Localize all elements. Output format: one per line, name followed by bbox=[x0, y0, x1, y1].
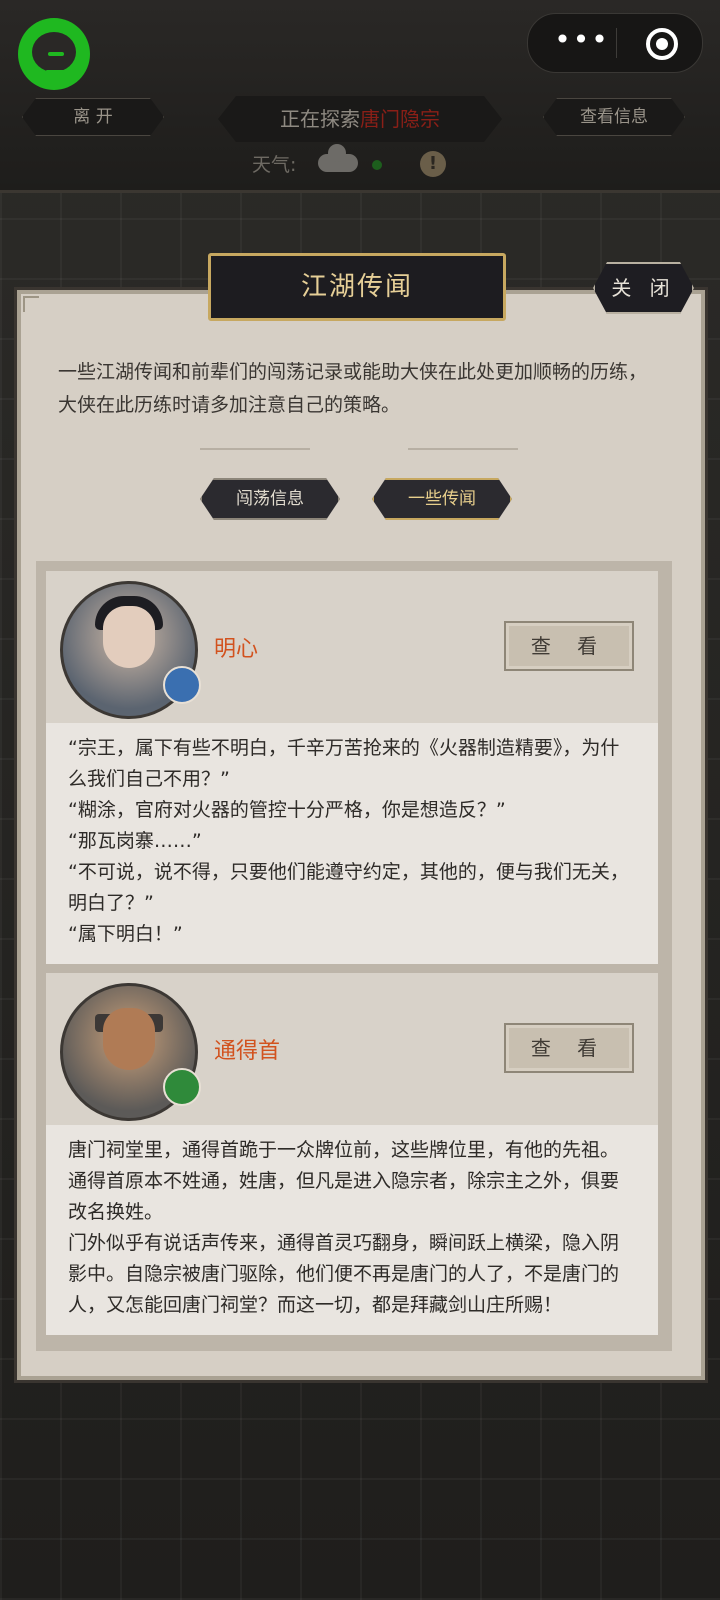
rumor-line: 门外似乎有说话声传来，通得首灵巧翻身，瞬间跃上横梁，隐入阴影中。自隐宗被唐门驱除… bbox=[68, 1232, 620, 1316]
dialog-title: 江湖传闻 bbox=[208, 253, 506, 321]
mini-program-capsule: ••• bbox=[527, 13, 703, 73]
view-info-button[interactable]: 查看信息 bbox=[543, 98, 685, 136]
rumor-list[interactable]: 明心 查 看 “宗王，属下有些不明白，千辛万苦抢来的《火器制造精要》，为什么我们… bbox=[36, 561, 672, 1351]
character-name: 通得首 bbox=[214, 1039, 281, 1064]
view-button[interactable]: 查 看 bbox=[504, 621, 634, 671]
avatar bbox=[60, 581, 201, 719]
rumor-text: 唐门祠堂里，通得首跪于一众牌位前，这些牌位里，有他的先祖。通得首原本不姓通，姓唐… bbox=[46, 1125, 658, 1335]
avatar bbox=[60, 983, 201, 1121]
tab-rumors[interactable]: 一些传闻 bbox=[372, 478, 512, 520]
leave-button[interactable]: 离 开 bbox=[22, 98, 164, 136]
rumor-line: 唐门祠堂里，通得首跪于一众牌位前，这些牌位里，有他的先祖。通得首原本不姓通，姓唐… bbox=[68, 1139, 620, 1223]
exploring-prefix: 正在探索 bbox=[280, 107, 360, 131]
capsule-divider bbox=[616, 28, 617, 58]
rumor-text: “宗王，属下有些不明白，千辛万苦抢来的《火器制造精要》，为什么我们自己不用？” … bbox=[46, 723, 658, 964]
rumor-line: “那瓦岗寨……” bbox=[68, 830, 202, 852]
exploring-status: 正在探索唐门隐宗 bbox=[218, 96, 502, 142]
character-name: 明心 bbox=[214, 637, 259, 662]
rumor-card: 通得首 查 看 唐门祠堂里，通得首跪于一众牌位前，这些牌位里，有他的先祖。通得首… bbox=[46, 973, 658, 1335]
weather-label: 天气: bbox=[252, 154, 297, 176]
weather-status-dot-icon bbox=[372, 160, 382, 170]
exploring-location: 唐门隐宗 bbox=[360, 107, 440, 131]
tab-adventure-info[interactable]: 闯荡信息 bbox=[200, 478, 340, 520]
divider-left bbox=[200, 448, 310, 450]
corner-ornament bbox=[23, 296, 39, 312]
rumor-card: 明心 查 看 “宗王，属下有些不明白，千辛万苦抢来的《火器制造精要》，为什么我们… bbox=[46, 571, 658, 964]
rumor-line: “属下明白！” bbox=[68, 923, 183, 945]
element-badge-icon bbox=[163, 1068, 201, 1106]
close-button[interactable]: 关 闭 bbox=[593, 262, 694, 314]
more-dots-icon[interactable]: ••• bbox=[552, 26, 612, 58]
element-badge-icon bbox=[163, 666, 201, 704]
rumor-line: “糊涂，官府对火器的管控十分严格，你是想造反？” bbox=[68, 799, 506, 821]
view-button[interactable]: 查 看 bbox=[504, 1023, 634, 1073]
rumor-line: “不可说，说不得，只要他们能遵守约定，其他的，便与我们无关，明白了？” bbox=[68, 861, 629, 914]
dialog-intro-text: 一些江湖传闻和前辈们的闯荡记录或能助大侠在此处更加顺畅的历练，大侠在此历练时请多… bbox=[58, 361, 648, 416]
cloudy-weather-icon bbox=[318, 144, 358, 172]
app-logo-icon[interactable] bbox=[18, 18, 90, 90]
rumor-card-header: 明心 查 看 bbox=[46, 571, 658, 723]
warning-icon[interactable]: ! bbox=[420, 151, 446, 177]
rumor-line: “宗王，属下有些不明白，千辛万苦抢来的《火器制造精要》，为什么我们自己不用？” bbox=[68, 737, 620, 790]
top-bar: ••• 离 开 正在探索唐门隐宗 查看信息 天气: ! bbox=[0, 0, 720, 193]
divider-right bbox=[408, 448, 518, 450]
close-miniprogram-icon[interactable] bbox=[646, 28, 678, 60]
rumor-card-header: 通得首 查 看 bbox=[46, 973, 658, 1125]
